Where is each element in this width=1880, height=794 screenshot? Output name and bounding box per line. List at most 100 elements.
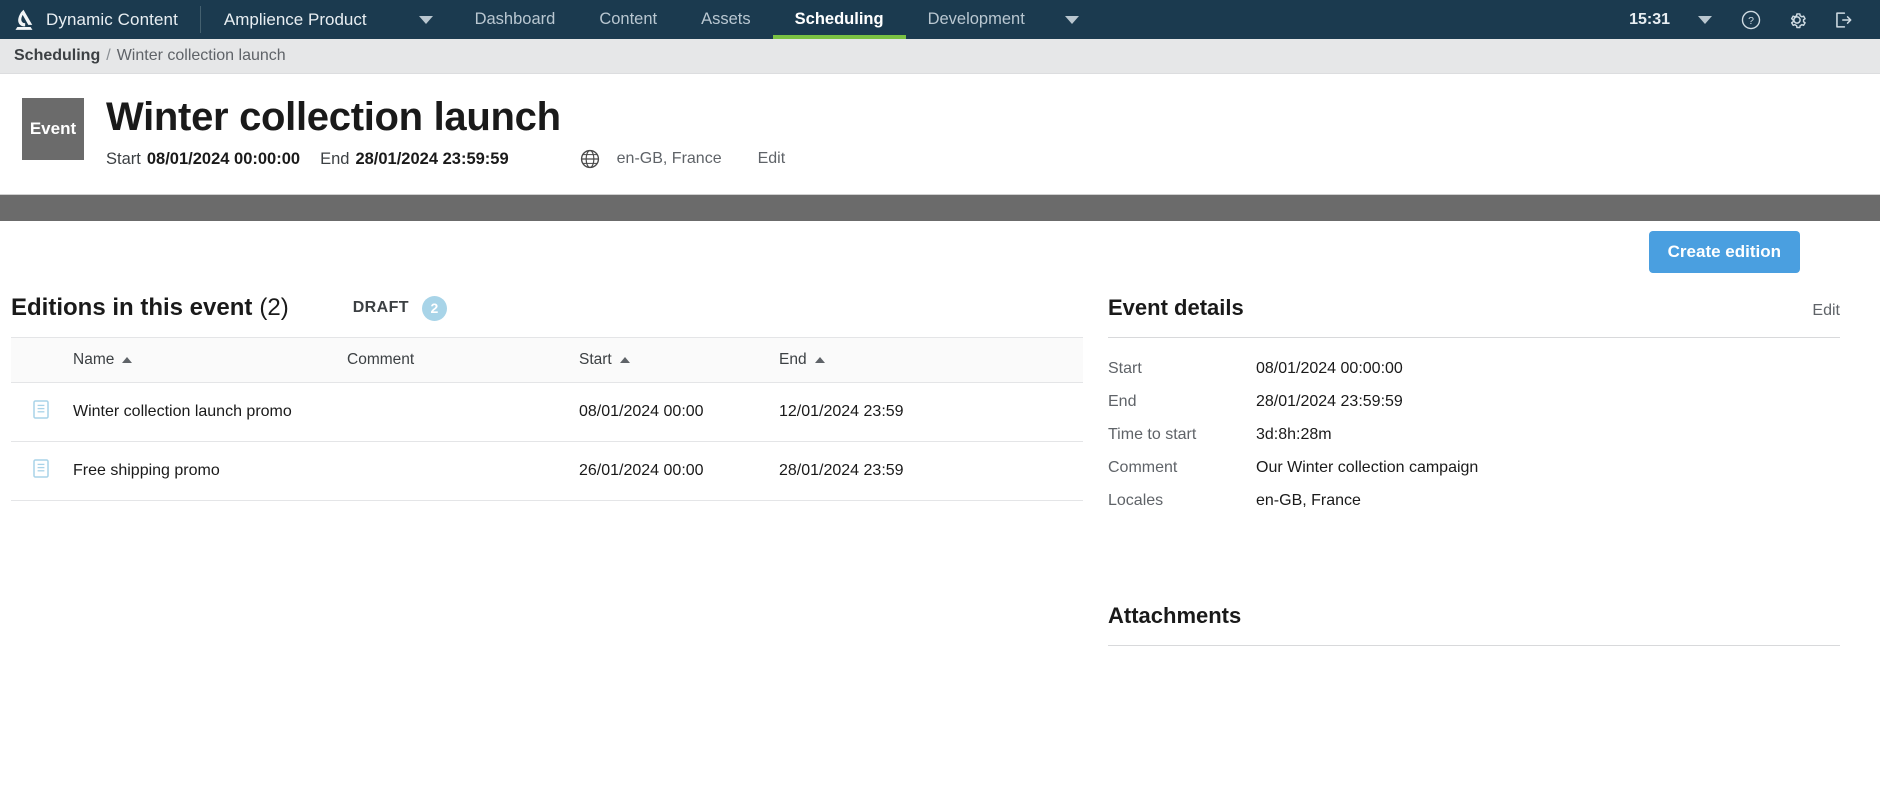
draft-filter[interactable]: DRAFT 2 [352, 295, 447, 321]
column-header-label: Name [73, 351, 115, 368]
column-header-name[interactable]: Name [73, 337, 347, 383]
detail-value: 28/01/2024 23:59:59 [1256, 393, 1403, 410]
column-header-label: Start [579, 351, 612, 368]
amplience-logo-icon[interactable] [0, 0, 46, 39]
detail-key: Start [1108, 360, 1142, 377]
chevron-down-icon [1064, 15, 1079, 24]
attachments-divider [1108, 645, 1840, 646]
sort-asc-icon [619, 357, 630, 363]
clock-display: 15:31 [1629, 10, 1670, 28]
editions-header: Editions in this event (2) DRAFT 2 [11, 283, 1108, 329]
nav-item-label: Development [927, 10, 1025, 28]
detail-key: Locales [1108, 492, 1164, 509]
attachments-header: Attachments [1108, 525, 1840, 629]
breadcrumb-separator: / [106, 47, 111, 64]
column-header-label: End [779, 351, 807, 368]
header-locale-group: en-GB, France Edit [579, 148, 786, 170]
event-details-column: Create edition Event details Edit Start … [1108, 221, 1880, 794]
document-icon [33, 459, 49, 478]
draft-filter-label: DRAFT [352, 299, 409, 316]
svg-text:?: ? [1748, 15, 1754, 27]
product-selector[interactable]: Amplience Product [201, 0, 453, 39]
detail-value: en-GB, France [1256, 492, 1361, 509]
column-header-comment[interactable]: Comment [347, 337, 579, 383]
row-spacer [979, 382, 1083, 442]
detail-row-comment: Comment Our Winter collection campaign [1108, 459, 1840, 477]
header-start-value: 08/01/2024 00:00:00 [146, 149, 301, 168]
event-details-divider [1108, 337, 1840, 338]
header-start-label: Start [106, 149, 141, 168]
logout-button[interactable] [1820, 0, 1866, 39]
event-details-list: Start 08/01/2024 00:00:00 End 28/01/2024… [1108, 360, 1840, 510]
detail-value: 3d:8h:28m [1256, 426, 1332, 443]
brand-name[interactable]: Dynamic Content [46, 0, 200, 39]
header-end-label: End [320, 149, 350, 168]
nav-item-dashboard[interactable]: Dashboard [453, 0, 578, 39]
attachments-title: Attachments [1108, 603, 1242, 628]
table-row[interactable]: Free shipping promo 26/01/2024 00:00 28/… [11, 441, 1083, 501]
page-header-meta: Start 08/01/2024 00:00:00 End 28/01/2024… [106, 148, 785, 170]
event-status-strip [0, 194, 1880, 221]
settings-button[interactable] [1774, 0, 1820, 39]
user-menu-button[interactable] [1682, 0, 1728, 39]
row-comment [347, 441, 579, 501]
nav-item-label: Scheduling [794, 10, 884, 28]
table-header-row: Name Comment Start End [11, 337, 1083, 383]
draft-count-badge: 2 [421, 295, 447, 321]
page-title: Winter collection launch [106, 95, 561, 139]
sort-asc-icon [814, 357, 825, 363]
breadcrumb: Scheduling / Winter collection launch [0, 39, 1880, 74]
globe-icon [579, 148, 601, 170]
detail-row-locales: Locales en-GB, France [1108, 492, 1840, 510]
detail-row-end: End 28/01/2024 23:59:59 [1108, 393, 1840, 411]
nav-item-content[interactable]: Content [577, 0, 679, 39]
detail-value: 08/01/2024 00:00:00 [1256, 360, 1403, 377]
column-header-label: Comment [347, 351, 415, 368]
gear-icon [1790, 12, 1806, 28]
event-details-edit-link[interactable]: Edit [1812, 302, 1840, 320]
row-name: Winter collection launch promo [73, 382, 347, 442]
detail-value: Our Winter collection campaign [1256, 459, 1479, 476]
editions-table-body: Winter collection launch promo 08/01/202… [11, 382, 1083, 501]
row-name: Free shipping promo [73, 441, 347, 501]
nav-item-scheduling[interactable]: Scheduling [773, 0, 906, 39]
row-end: 28/01/2024 23:59 [779, 441, 979, 501]
row-comment [347, 382, 579, 442]
header-edit-link[interactable]: Edit [758, 150, 786, 168]
event-details-header: Event details Edit [1108, 283, 1840, 321]
nav-right-group: 15:31 ? [1629, 0, 1880, 39]
logout-icon [1836, 11, 1852, 28]
row-end: 12/01/2024 23:59 [779, 382, 979, 442]
top-navigation-bar: Dynamic Content Amplience Product Dashbo… [0, 0, 1880, 39]
editions-table-head: Name Comment Start End [11, 337, 1083, 383]
event-type-badge: Event [22, 98, 84, 160]
main-content: Editions in this event (2) DRAFT 2 Name [0, 221, 1880, 794]
breadcrumb-root-link[interactable]: Scheduling [14, 47, 100, 65]
column-header-start[interactable]: Start [579, 337, 779, 383]
create-edition-button[interactable]: Create edition [1648, 231, 1800, 273]
nav-item-development[interactable]: Development [906, 0, 1101, 39]
create-edition-row: Create edition [1108, 221, 1840, 283]
header-locales: en-GB, France [616, 150, 722, 167]
nav-item-assets[interactable]: Assets [679, 0, 773, 39]
detail-row-start: Start 08/01/2024 00:00:00 [1108, 360, 1840, 378]
editions-column: Editions in this event (2) DRAFT 2 Name [0, 221, 1108, 794]
row-document-icon-cell [11, 382, 73, 442]
detail-key: Comment [1108, 459, 1178, 476]
header-end-value: 28/01/2024 23:59:59 [355, 149, 509, 168]
breadcrumb-current: Winter collection launch [116, 47, 286, 64]
document-icon [33, 400, 49, 419]
row-document-icon-cell [11, 441, 73, 501]
row-start: 26/01/2024 00:00 [579, 441, 779, 501]
nav-item-label: Dashboard [474, 10, 556, 28]
table-row[interactable]: Winter collection launch promo 08/01/202… [11, 382, 1083, 442]
detail-key: End [1108, 393, 1137, 410]
detail-key: Time to start [1108, 426, 1197, 443]
column-header-end[interactable]: End [779, 337, 979, 383]
editions-table: Name Comment Start End Winter collection… [11, 337, 1083, 501]
help-button[interactable]: ? [1728, 0, 1774, 39]
chevron-down-icon [418, 15, 433, 24]
editions-count: (2) [259, 294, 289, 321]
row-spacer [979, 441, 1083, 501]
column-header-spacer [979, 337, 1083, 383]
